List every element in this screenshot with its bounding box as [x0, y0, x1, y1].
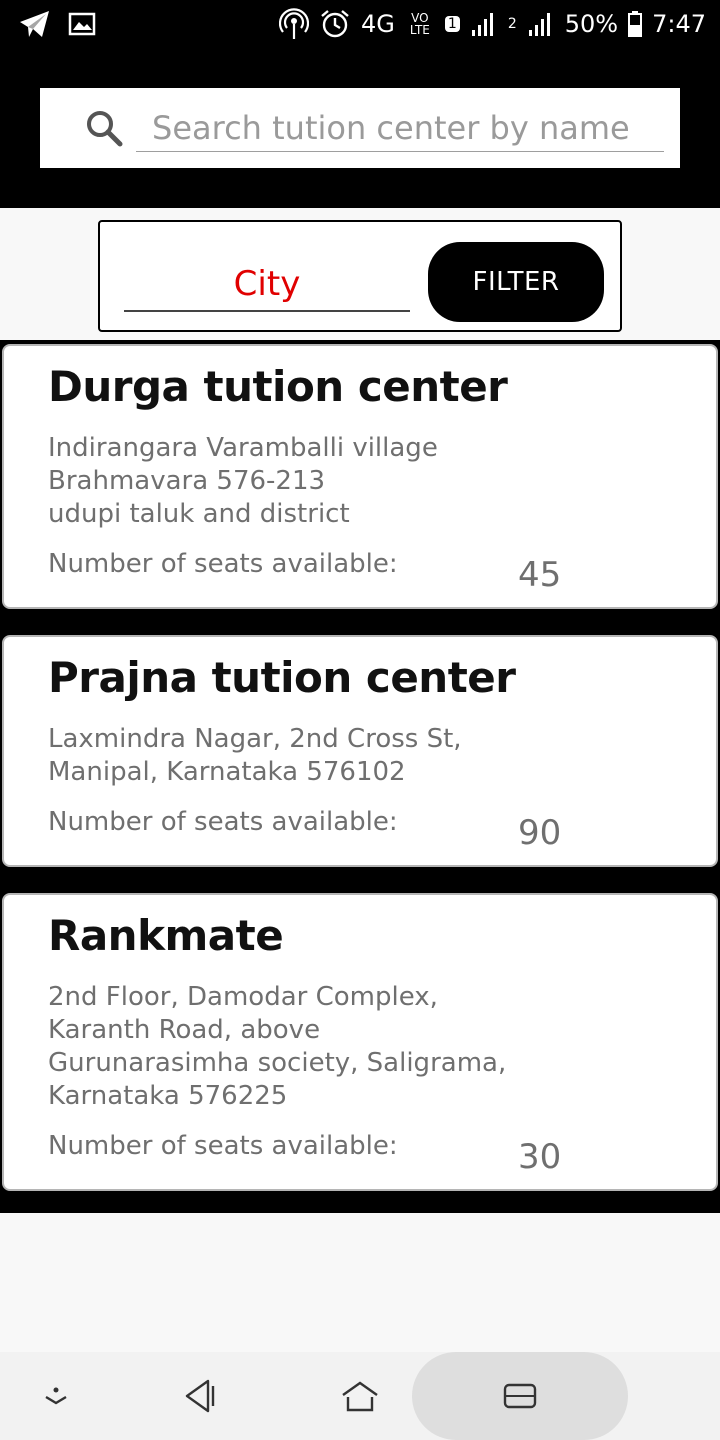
seats-label: Number of seats available:: [48, 1131, 398, 1161]
network-type: 4G: [361, 10, 395, 38]
hotspot-icon: [279, 8, 310, 39]
seats-label: Number of seats available:: [48, 549, 398, 579]
back-icon: [185, 1379, 215, 1413]
seats-row: Number of seats available: 30: [48, 1127, 672, 1179]
signal-icon: [471, 13, 493, 36]
seats-label: Number of seats available:: [48, 807, 398, 837]
volte-badge: VO LTE: [409, 11, 430, 37]
signal-icon: [528, 13, 550, 36]
home-icon: [342, 1381, 378, 1412]
list-item[interactable]: Rankmate 2nd Floor, Damodar Complex, Kar…: [0, 889, 720, 1213]
status-bar: 4G VO LTE 1 2 50% 7:47: [0, 0, 720, 48]
search-bar: [40, 88, 680, 168]
recents-icon: [503, 1383, 537, 1409]
hide-keyboard-icon: [45, 1387, 67, 1405]
center-address: 2nd Floor, Damodar Complex, Karanth Road…: [48, 982, 507, 1111]
seats-value: 45: [518, 555, 562, 595]
city-input[interactable]: [124, 258, 410, 312]
seats-value: 30: [518, 1137, 562, 1177]
battery-percent: 50%: [564, 10, 619, 38]
tuition-center-card[interactable]: Prajna tution center Laxmindra Nagar, 2n…: [2, 635, 718, 867]
seats-row: Number of seats available: 45: [48, 545, 672, 597]
search-header: [0, 48, 720, 208]
hide-keyboard-button[interactable]: [16, 1352, 96, 1440]
list-item[interactable]: Durga tution center Indirangara Varambal…: [0, 340, 720, 631]
alarm-icon: [321, 10, 349, 38]
center-name: Rankmate: [48, 911, 284, 960]
seats-row: Number of seats available: 90: [48, 803, 672, 855]
center-name: Durga tution center: [48, 362, 508, 411]
telegram-icon: [20, 11, 49, 37]
list-item[interactable]: Prajna tution center Laxmindra Nagar, 2n…: [0, 631, 720, 889]
image-icon: [68, 12, 96, 36]
sim1-badge: 1: [444, 16, 460, 32]
recents-button[interactable]: [480, 1352, 560, 1440]
search-input[interactable]: [136, 104, 664, 152]
center-name: Prajna tution center: [48, 653, 516, 702]
filter-button[interactable]: FILTER: [428, 242, 604, 322]
battery-icon: [628, 11, 643, 37]
home-button[interactable]: [320, 1352, 400, 1440]
seats-value: 90: [518, 813, 562, 853]
tuition-center-list: Durga tution center Indirangara Varambal…: [0, 340, 720, 1213]
navigation-bar: [0, 1352, 720, 1440]
back-button[interactable]: [160, 1352, 240, 1440]
center-address: Laxmindra Nagar, 2nd Cross St, Manipal, …: [48, 724, 462, 787]
filter-panel: FILTER: [98, 220, 622, 332]
tuition-center-card[interactable]: Rankmate 2nd Floor, Damodar Complex, Kar…: [2, 893, 718, 1191]
search-icon[interactable]: [84, 108, 124, 148]
sim2-badge: 2: [507, 16, 517, 32]
clock: 7:47: [652, 10, 706, 38]
center-address: Indirangara Varamballi village Brahmavar…: [48, 433, 438, 529]
tuition-center-card[interactable]: Durga tution center Indirangara Varambal…: [2, 344, 718, 609]
